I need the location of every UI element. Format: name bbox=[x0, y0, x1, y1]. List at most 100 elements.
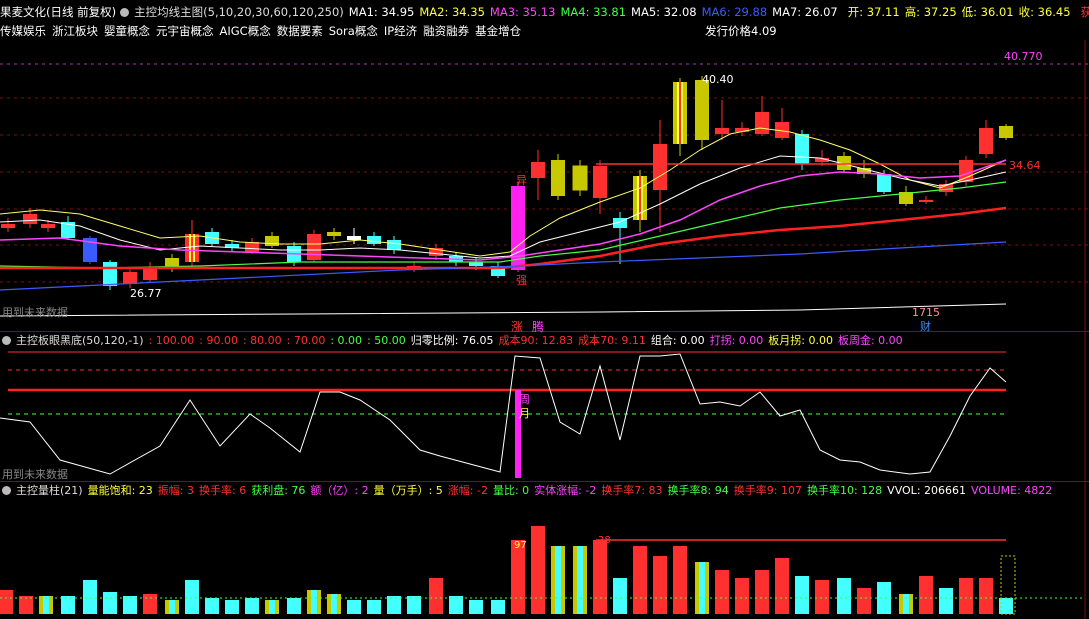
panel3-value: 量能饱和: 23 bbox=[87, 484, 153, 497]
candle-body bbox=[1, 224, 15, 228]
candle-core bbox=[679, 82, 681, 144]
panel3-value: 实体涨幅: -2 bbox=[534, 484, 597, 497]
volume-bar bbox=[491, 600, 505, 614]
volume-bar bbox=[633, 546, 647, 614]
panel2-value: 板周金: 0.00 bbox=[837, 334, 903, 347]
volume-bar bbox=[857, 588, 871, 614]
candle-body bbox=[531, 162, 545, 178]
low-label: 26.77 bbox=[130, 287, 162, 300]
high-price-label: 40.770 bbox=[1004, 50, 1043, 63]
panel3-values: 量能饱和: 23 振幅: 3 换手率: 6 获利盘: 76 额（亿）: 2 量（万手）: … bbox=[88, 484, 1058, 497]
volume-bar bbox=[61, 596, 75, 614]
volume-bar bbox=[531, 526, 545, 614]
panel3-value: VOLUME: 4822 bbox=[971, 484, 1053, 497]
candle-body bbox=[103, 262, 117, 286]
ma-line bbox=[0, 206, 1007, 270]
volume-bar bbox=[469, 600, 483, 614]
panel2-name[interactable]: 主控板眼黑底 bbox=[16, 334, 82, 347]
panel2-value: 板月拐: 0.00 bbox=[768, 334, 833, 347]
volume-bar bbox=[795, 576, 809, 614]
volume-bar bbox=[511, 540, 525, 614]
panel3-value: 量比: 0 bbox=[492, 484, 530, 497]
candle-body bbox=[755, 112, 769, 134]
month-tag: 月 bbox=[519, 407, 530, 420]
volume-bar bbox=[837, 578, 851, 614]
panel3-value: 换手率: 6 bbox=[199, 484, 247, 497]
volume-bar-core bbox=[903, 594, 909, 614]
panel3-params: (21) bbox=[60, 484, 83, 497]
panel3-value: 换手率10: 128 bbox=[806, 484, 883, 497]
volume-bar bbox=[429, 578, 443, 614]
panel2-value: 归零比例: 76.05 bbox=[410, 334, 494, 347]
ma-line bbox=[0, 127, 1007, 257]
panel3-name[interactable]: 主控量柱 bbox=[16, 484, 60, 497]
candle-body bbox=[573, 166, 587, 190]
panel2-value: : 70.00 bbox=[286, 334, 326, 347]
volume-bar bbox=[205, 598, 219, 614]
volume-bar-core bbox=[331, 594, 337, 614]
candle-body bbox=[23, 214, 37, 224]
candle-body bbox=[999, 126, 1013, 138]
volume-bar bbox=[653, 556, 667, 614]
panel3-header: 主控量柱(21) 量能饱和: 23 振幅: 3 换手率: 6 获利盘: 76 额（亿）: … bbox=[0, 482, 1089, 500]
volume-bar-core bbox=[169, 600, 175, 614]
volume-bar bbox=[407, 596, 421, 614]
candle-body bbox=[593, 166, 607, 198]
candle-core bbox=[191, 234, 193, 262]
volume-tag-a: 97 bbox=[514, 540, 527, 551]
panel3-value: 量（万手）: 5 bbox=[373, 484, 443, 497]
panel3-value: 涨幅: -2 bbox=[447, 484, 488, 497]
candle-body bbox=[143, 268, 157, 280]
candle-body bbox=[795, 134, 809, 164]
volume-bar bbox=[123, 596, 137, 614]
candle-body bbox=[653, 144, 667, 190]
panel3-value: 额（亿）: 2 bbox=[310, 484, 369, 497]
volume-bar bbox=[367, 600, 381, 614]
volume-bar bbox=[877, 582, 891, 614]
panel2-params: (50,120,-1) bbox=[82, 334, 144, 347]
volume-bar bbox=[347, 600, 361, 614]
volume-bar-core bbox=[577, 546, 583, 614]
rise-tag: 异 bbox=[516, 174, 527, 187]
candle-body bbox=[877, 174, 891, 192]
level-label: 34.64 bbox=[1009, 159, 1041, 172]
panel3-value: 获利盘: 76 bbox=[251, 484, 306, 497]
panel2-value: 组合: 0.00 bbox=[650, 334, 705, 347]
panel2-value: : 50.00 bbox=[367, 334, 406, 347]
panel3-value: 换手率9: 107 bbox=[733, 484, 802, 497]
volume-bar-core bbox=[555, 546, 561, 614]
candle-body bbox=[919, 200, 933, 202]
volume-bar bbox=[815, 580, 829, 614]
volume-bar-core bbox=[43, 596, 49, 614]
panel2-value: : 80.00 bbox=[242, 334, 282, 347]
settings-gear-icon[interactable] bbox=[2, 336, 11, 345]
volume-bar bbox=[185, 580, 199, 614]
volume-tag-b: 28 bbox=[598, 535, 611, 546]
candle-body bbox=[347, 236, 361, 240]
ma-line bbox=[0, 155, 1007, 259]
volume-bar bbox=[143, 594, 157, 614]
candle-body bbox=[245, 242, 259, 252]
candle-body bbox=[123, 272, 137, 284]
volume-bar bbox=[735, 578, 749, 614]
candle-body bbox=[695, 80, 709, 140]
volume-bar bbox=[287, 598, 301, 614]
panel3-value: 换手率7: 83 bbox=[601, 484, 663, 497]
volume-bar bbox=[103, 592, 117, 614]
panel2-value: 成本70: 9.11 bbox=[578, 334, 646, 347]
panel2-header: 主控板眼黑底(50,120,-1): 100.00: 90.00: 80.00:… bbox=[0, 332, 1089, 350]
volume-bar bbox=[19, 596, 33, 614]
panel3-value: 换手率8: 94 bbox=[667, 484, 729, 497]
settings-gear-icon[interactable] bbox=[2, 486, 11, 495]
panel2-value: : 90.00 bbox=[199, 334, 238, 347]
peak-label: 40.40 bbox=[702, 73, 734, 86]
candle-body bbox=[327, 232, 341, 236]
panel2-value: : 0.00 bbox=[330, 334, 363, 347]
volume-bar bbox=[593, 540, 607, 614]
volume-bar bbox=[939, 588, 953, 614]
volume-bar bbox=[0, 590, 13, 614]
candle-body bbox=[387, 240, 401, 250]
panel2-values: : 100.00: 90.00: 80.00: 70.00: 0.00: 50.… bbox=[149, 334, 908, 347]
future-data-note: 用到未来数据 bbox=[2, 468, 68, 481]
volume-bar bbox=[449, 596, 463, 614]
